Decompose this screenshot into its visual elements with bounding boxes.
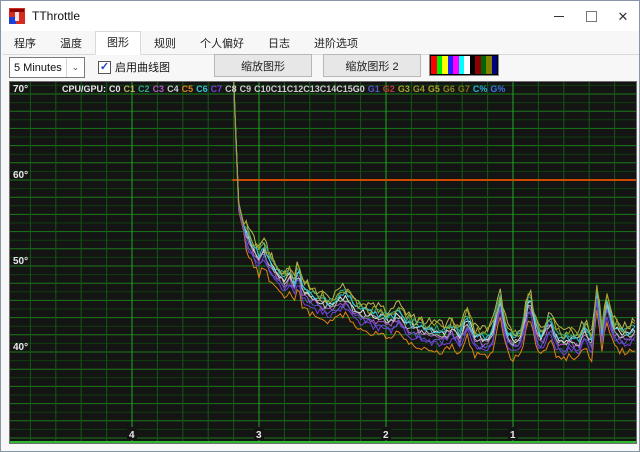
legend-item-G1: G1: [368, 84, 380, 94]
interval-select[interactable]: 5 Minutes ⌄: [9, 57, 85, 78]
legend-item-C6: C6: [196, 84, 208, 94]
x-tick-2: 2: [383, 430, 389, 441]
legend-item-G0: G0: [353, 84, 365, 94]
tab-log[interactable]: 日志: [257, 35, 301, 54]
tab-graph[interactable]: 图形: [95, 31, 141, 55]
close-button[interactable]: ✕: [607, 1, 639, 31]
curve-C6: [231, 82, 635, 342]
legend-item-G5: G5: [428, 84, 440, 94]
app-icon: [9, 8, 25, 24]
chart-canvas: 70° 60° 50° 40° 4 3 2 1: [10, 82, 636, 443]
legend-item-Gpct: G%: [490, 84, 505, 94]
legend-item-C8: C8: [225, 84, 237, 94]
curve-C7: [231, 82, 635, 355]
legend-item-Cpct: C%: [473, 84, 488, 94]
legend-item-C14: C14: [320, 84, 337, 94]
zoom-graph-2-button[interactable]: 缩放图形 2: [323, 54, 421, 77]
legend-item-C15: C15: [336, 84, 353, 94]
legend-item-G3: G3: [398, 84, 410, 94]
curve-C4: [231, 82, 635, 346]
legend-item-C2: C2: [138, 84, 150, 94]
legend-item-C11: C11: [271, 84, 287, 94]
minimize-button[interactable]: [543, 1, 575, 31]
app-window: TThrottle ✕ 程序温度图形规则个人偏好日志进阶选项 5 Minutes…: [0, 0, 640, 452]
minimize-icon: [554, 16, 564, 17]
enable-curve-checkbox[interactable]: ✓ 启用曲线图: [98, 59, 170, 75]
legend-item-C13: C13: [303, 84, 320, 94]
legend-item-C0: C0: [109, 84, 121, 94]
tab-rules[interactable]: 规则: [143, 35, 187, 54]
title-bar: TThrottle ✕: [1, 1, 639, 31]
tab-bar: 程序温度图形规则个人偏好日志进阶选项: [3, 32, 639, 55]
legend-item-C7: C7: [211, 84, 223, 94]
legend-item-G4: G4: [413, 84, 425, 94]
tab-advanced[interactable]: 进阶选项: [303, 35, 369, 54]
legend-item-G6: G6: [443, 84, 455, 94]
close-icon: ✕: [618, 10, 629, 23]
y-tick-40: 40°: [13, 342, 28, 353]
legend-item-C12: C12: [287, 84, 304, 94]
legend-item-C3: C3: [153, 84, 165, 94]
curve-G1: [231, 82, 635, 352]
temperature-chart: 70°60°50°40°4321 CPU/GPU:C0C1C2C3C4C5C6C…: [9, 81, 637, 444]
curve-color-strip: [429, 54, 499, 76]
color-strip-cell: [492, 56, 498, 74]
legend-item-C10: C10: [254, 84, 271, 94]
window-title: TThrottle: [32, 9, 80, 23]
tab-program[interactable]: 程序: [3, 35, 47, 54]
legend-item-C1: C1: [124, 84, 136, 94]
interval-select-value: 5 Minutes: [10, 62, 66, 74]
legend-item-C9: C9: [240, 84, 252, 94]
legend-prefix: CPU/GPU:: [62, 84, 106, 94]
toolbar: 5 Minutes ⌄ ✓ 启用曲线图 缩放图形 缩放图形 2: [1, 54, 640, 81]
tab-temperature[interactable]: 温度: [49, 35, 93, 54]
maximize-icon: [586, 11, 597, 22]
checkbox-check-icon: ✓: [98, 61, 111, 74]
maximize-button[interactable]: [575, 1, 607, 31]
zoom-graph-button[interactable]: 缩放图形: [214, 54, 312, 77]
curve-C5: [231, 82, 635, 362]
x-tick-3: 3: [256, 430, 262, 441]
curve-C2: [231, 82, 635, 338]
legend-item-C4: C4: [167, 84, 179, 94]
x-tick-1: 1: [510, 430, 516, 441]
y-tick-60: 60°: [13, 170, 28, 181]
enable-curve-label: 启用曲线图: [115, 59, 170, 75]
legend-item-G7: G7: [458, 84, 470, 94]
y-tick-50: 50°: [13, 256, 28, 267]
chevron-down-icon: ⌄: [66, 58, 84, 77]
curve-C0: [231, 82, 635, 343]
legend-item-G2: G2: [383, 84, 395, 94]
tab-preferences[interactable]: 个人偏好: [189, 35, 255, 54]
x-tick-4: 4: [129, 430, 135, 441]
legend-item-C5: C5: [182, 84, 194, 94]
chart-legend: CPU/GPU:C0C1C2C3C4C5C6C7C8C9C10C11C12C13…: [62, 84, 508, 94]
y-tick-70: 70°: [13, 84, 28, 95]
